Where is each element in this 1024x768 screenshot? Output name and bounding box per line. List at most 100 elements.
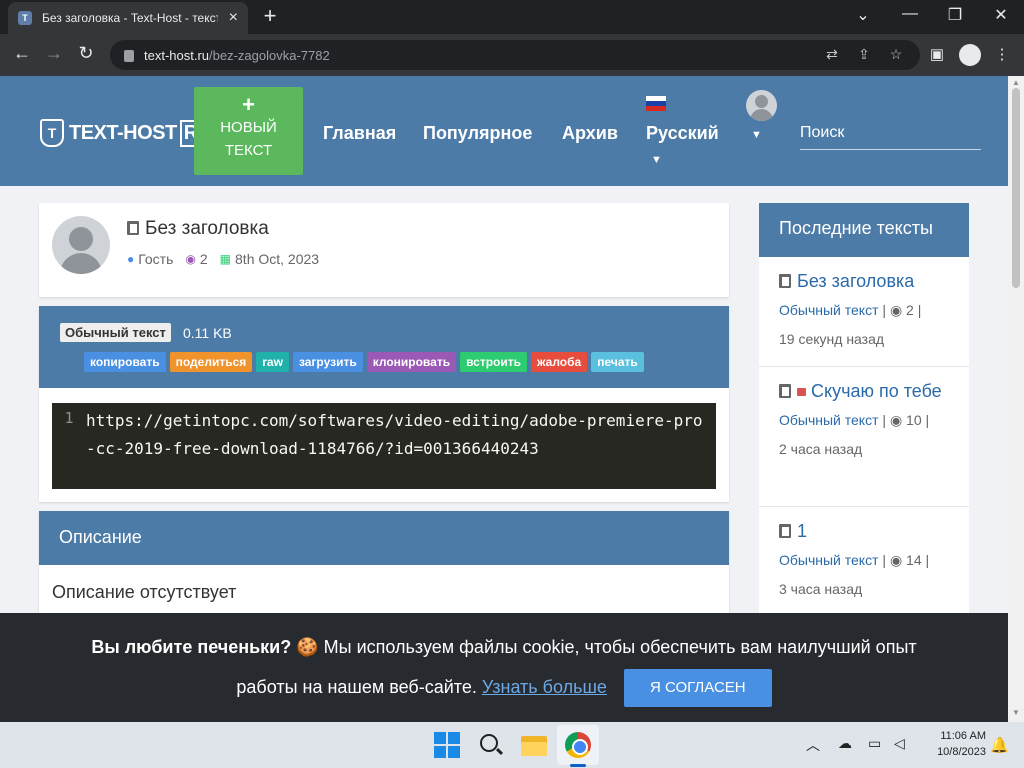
search-input[interactable] <box>800 116 981 150</box>
description-body: Описание отсутствует <box>52 582 237 602</box>
language-selector[interactable]: Русский <box>646 123 719 144</box>
recent-text-title-text[interactable]: Скучаю по тебе <box>811 381 942 401</box>
cookie-banner: Вы любите печеньки? 🍪 Мы используем файл… <box>0 613 1008 722</box>
recent-text-type[interactable]: Обычный текст <box>779 552 879 568</box>
forward-button[interactable]: → <box>42 43 66 64</box>
back-button[interactable]: ← <box>10 43 34 64</box>
recent-text-views: 2 <box>906 302 914 318</box>
eye-icon: ◉ <box>889 552 903 568</box>
new-text-line1: НОВЫЙ <box>220 119 277 136</box>
bookmark-star-icon[interactable]: ☆ <box>886 46 906 63</box>
new-text-button[interactable]: + НОВЫЙ ТЕКСТ <box>194 87 303 175</box>
close-window-button[interactable]: ✕ <box>986 5 1016 25</box>
recent-text-title[interactable]: Без заголовка <box>779 267 959 296</box>
recent-text-time: 19 секунд назад <box>779 331 885 347</box>
calendar-icon: ▦ <box>219 252 232 266</box>
browser-menu-icon[interactable]: ⋮ <box>992 45 1012 63</box>
logo-shield-icon: T <box>40 119 64 147</box>
action-button[interactable]: поделиться <box>169 352 253 372</box>
restore-button[interactable]: ❐ <box>940 5 970 25</box>
document-icon <box>779 524 791 538</box>
windows-start-icon[interactable] <box>434 732 460 758</box>
minimize-button[interactable]: — <box>895 5 925 23</box>
recent-text-title[interactable]: Скучаю по тебе <box>779 377 959 406</box>
nav-archive[interactable]: Архив <box>562 123 618 144</box>
profile-avatar-icon[interactable] <box>959 44 981 66</box>
onedrive-icon[interactable]: ☁ <box>838 735 852 752</box>
view-count: 2 <box>199 251 208 267</box>
action-button[interactable]: жалоба <box>531 352 588 372</box>
document-icon <box>779 274 791 288</box>
cookie-line2: работы на нашем веб-сайте. <box>236 677 482 697</box>
nav-popular[interactable]: Популярное <box>423 123 532 144</box>
tray-chevron-icon[interactable]: ︿ <box>806 735 820 755</box>
user-chevron-down-icon[interactable]: ▼ <box>751 129 762 141</box>
address-bar[interactable]: text-host.ru /bez-zagolovka-7782 ⇄ ⇪ ☆ <box>110 40 920 70</box>
recent-text-meta: Обычный текст | ◉ 10 | <box>779 412 930 428</box>
paste-info-card: Без заголовка ● Гость ◉ 2 ▦ 8th Oct, 202… <box>39 203 729 297</box>
new-text-line2: ТЕКСТ <box>224 142 273 159</box>
code-block[interactable]: 1 https://getintopc.com/softwares/video-… <box>52 403 716 489</box>
recent-text-type[interactable]: Обычный текст <box>779 302 879 318</box>
recent-text-title[interactable]: 1 <box>779 517 959 546</box>
russian-flag-icon <box>646 96 666 111</box>
code-card: Обычный текст 0.11 KB копировать поделить… <box>39 306 729 502</box>
reload-button[interactable]: ↻ <box>74 43 98 64</box>
recent-text-type[interactable]: Обычный текст <box>779 412 879 428</box>
paste-date: 8th Oct, 2023 <box>235 251 320 267</box>
nav-home[interactable]: Главная <box>323 123 396 144</box>
page-scrollbar[interactable]: ▲ ▼ <box>1008 76 1024 722</box>
code-text[interactable]: https://getintopc.com/softwares/video-ed… <box>86 407 706 463</box>
plus-icon: + <box>242 92 255 117</box>
scroll-thumb[interactable] <box>1012 88 1020 288</box>
action-button[interactable]: загрузить <box>292 352 363 372</box>
site-header: T TEXT-HOST RU + НОВЫЙ ТЕКСТ Главная Поп… <box>0 76 1008 186</box>
active-app-indicator <box>570 764 586 767</box>
recent-text-title-text[interactable]: Без заголовка <box>797 271 914 291</box>
share-icon[interactable]: ⇪ <box>854 46 874 63</box>
url-host: text-host.ru <box>144 47 210 63</box>
tab-search-icon[interactable]: ⌄ <box>848 5 878 25</box>
lock-icon[interactable] <box>124 50 134 62</box>
recent-text-views: 14 <box>906 552 922 568</box>
user-icon: ● <box>127 252 135 266</box>
url-path: /bez-zagolovka-7782 <box>209 47 330 63</box>
side-panel-icon[interactable]: ▣ <box>927 45 947 63</box>
action-button[interactable]: встроить <box>460 352 528 372</box>
author-name[interactable]: Гость <box>138 251 173 267</box>
action-button[interactable]: печать <box>591 352 644 372</box>
action-button[interactable]: raw <box>256 352 289 372</box>
taskbar-search-icon[interactable] <box>478 732 504 758</box>
action-button[interactable]: копировать <box>84 352 166 372</box>
system-clock[interactable]: 11:06 AM 10/8/2023 <box>920 728 986 760</box>
tab-close-icon[interactable]: × <box>229 9 238 27</box>
learn-more-link[interactable]: Узнать больше <box>482 677 607 697</box>
file-explorer-icon[interactable] <box>521 732 547 758</box>
code-line: 1 https://getintopc.com/softwares/video-… <box>52 407 716 463</box>
translate-icon[interactable]: ⇄ <box>822 46 842 63</box>
eye-icon: ◉ <box>889 412 903 428</box>
recent-text-time: 2 часа назад <box>779 441 863 457</box>
language-chevron-down-icon[interactable]: ▼ <box>651 154 662 166</box>
recent-text-title-text[interactable]: 1 <box>797 521 807 541</box>
site-logo[interactable]: T TEXT-HOST RU <box>40 119 216 147</box>
chrome-icon[interactable] <box>565 732 591 758</box>
scroll-up-icon[interactable]: ▲ <box>1012 78 1020 87</box>
cookie-question: Вы любите печеньки? 🍪 <box>91 637 319 657</box>
clock-date: 10/8/2023 <box>937 746 986 758</box>
new-tab-button[interactable]: + <box>258 4 282 28</box>
browser-tab[interactable]: T Без заголовка - Text-Host - текст × <box>8 2 248 34</box>
notification-bell-icon[interactable]: 🔔 <box>990 736 1009 754</box>
cookie-accept-button[interactable]: Я СОГЛАСЕН <box>623 669 772 708</box>
scroll-down-icon[interactable]: ▼ <box>1012 708 1020 717</box>
windows-taskbar: ︿ ☁ ▭ ◁ 11:06 AM 10/8/2023 🔔 <box>0 722 1024 768</box>
user-avatar[interactable] <box>746 90 777 121</box>
recent-texts-heading: Последние тексты <box>759 203 969 257</box>
action-button[interactable]: клонировать <box>366 352 457 372</box>
recent-text-time: 3 часа назад <box>779 581 863 597</box>
eye-icon: ◉ <box>889 302 903 318</box>
network-icon[interactable]: ▭ <box>868 735 881 752</box>
volume-muted-icon[interactable]: ◁ <box>894 735 905 752</box>
page-viewport: T TEXT-HOST RU + НОВЫЙ ТЕКСТ Главная Поп… <box>0 76 1008 722</box>
browser-tab-bar: T Без заголовка - Text-Host - текст × + … <box>0 0 1024 34</box>
